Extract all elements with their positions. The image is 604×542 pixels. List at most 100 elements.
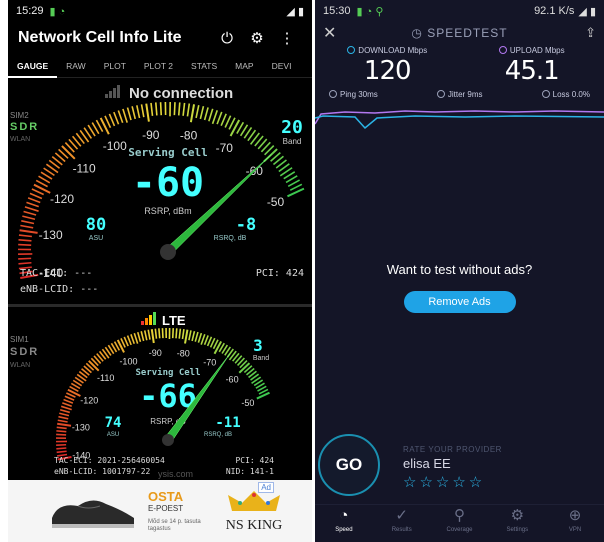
sim2-tick (21, 220, 35, 225)
tab-gauge[interactable]: GAUGE (8, 54, 58, 78)
sim2-tick (117, 110, 124, 123)
power-icon[interactable]: ⏻ (212, 30, 242, 47)
gear-icon[interactable]: ⚙ (242, 29, 272, 47)
ad-brand: OSTA (148, 489, 184, 504)
sim2-label: SIM2 (10, 111, 29, 120)
nav-results[interactable]: ✓ Results (373, 505, 431, 542)
app-title: Network Cell Info Lite (18, 29, 182, 46)
nav-settings[interactable]: ⚙ Settings (488, 505, 546, 542)
ping-text: Ping 30ms (340, 89, 378, 99)
sim2-tick (18, 261, 32, 265)
sim2-asu-value: 80 (86, 215, 106, 235)
ad-tag[interactable]: Ad (258, 482, 274, 493)
sim1-tick (203, 335, 209, 346)
watermark: ysis.com (158, 469, 193, 479)
tab-device[interactable]: DEVI (263, 54, 301, 78)
sim2-tick (27, 197, 41, 204)
sim2-tick (140, 104, 145, 118)
sim1-tac-eci: TAC-ECI: 2021-256460054 (54, 456, 165, 465)
upload-icon (498, 46, 507, 54)
sim2-tick (23, 210, 37, 216)
signal-bars-icon (105, 85, 120, 98)
download-line (315, 115, 604, 130)
sim2-tick (122, 108, 128, 123)
status-icons: ▮ ◔ (49, 5, 66, 18)
sim2-tick (19, 229, 38, 234)
sim1-scale-label: -100 (119, 356, 137, 366)
signal-battery-icon: ◢ ▮ (578, 5, 596, 18)
tab-map[interactable]: MAP (226, 54, 262, 78)
share-icon[interactable]: ⇪ (576, 25, 596, 41)
sim2-tick (18, 234, 32, 238)
sim2-gauge: No connection SIM2 SDR WLAN -140-130-120… (10, 85, 305, 295)
upload-label: UPLOAD Mbps (509, 46, 565, 55)
go-button[interactable]: GO (318, 434, 380, 496)
sim2-tick (287, 187, 305, 198)
sim1-wlan: WLAN (10, 362, 30, 369)
sim1-band-value: 3 (253, 336, 263, 355)
sim1-tick (126, 335, 132, 346)
download-result: DOWNLOAD Mbps 120 (315, 46, 460, 86)
brand-text: SPEEDTEST (427, 26, 508, 40)
sim1-tick (178, 328, 182, 339)
sim2-tick (220, 113, 227, 127)
gear-icon: ⚙ (510, 507, 525, 524)
status-bar: 15:30 ▮ ◔ ⚲ 92.1 K/s ◢ ▮ (315, 0, 604, 22)
sim1-tick (194, 331, 199, 342)
sim1-tick (158, 328, 161, 339)
sim2-pci: PCI: 424 (256, 268, 304, 279)
sim1-tick (60, 405, 72, 411)
sim1-tick (56, 426, 67, 430)
remove-ads-button[interactable]: Remove Ads (403, 291, 516, 313)
sim2-tick (108, 113, 116, 127)
rating-stars[interactable]: ☆☆☆☆☆ (403, 473, 502, 491)
sim2-tick (154, 102, 158, 116)
status-rate: 92.1 K/s (534, 5, 575, 17)
close-icon[interactable]: ✕ (323, 23, 343, 43)
sim2-tick (104, 115, 112, 129)
promo-question: Want to test without ads? (386, 262, 533, 277)
status-icons: ▮ ◔ ⚲ (356, 5, 384, 18)
sim1-tick (188, 330, 192, 341)
tab-raw[interactable]: RAW (57, 54, 95, 78)
sim1-scale-label: -130 (72, 422, 90, 432)
sim1-tick (184, 329, 189, 344)
sim1-tick (143, 330, 148, 341)
sim2-tick (24, 206, 39, 212)
sim1-tick (59, 408, 71, 414)
sim1-network-type: LTE (162, 313, 186, 328)
download-value: 120 (363, 56, 412, 86)
sim2-tick (26, 201, 39, 208)
sim1-scale-label: -110 (97, 373, 114, 383)
nav-coverage-label: Coverage (446, 527, 473, 533)
sim1-rsrq-label: RSRQ, dB (204, 432, 232, 438)
ad-king-text: NS KING (225, 517, 283, 533)
sim2-tick (150, 102, 154, 116)
sim1-sdr: SDR (10, 346, 39, 358)
sim2-scale-label: -110 (73, 161, 96, 175)
sim1-tick (59, 412, 70, 417)
sim2-tac-eci: TAC-ECI: --- (20, 268, 92, 279)
nav-vpn[interactable]: ⊕ VPN (546, 505, 604, 542)
sim1-tick (56, 430, 67, 433)
more-icon[interactable]: ⋮ (272, 29, 302, 47)
ad-banner[interactable]: OSTA E-POEST Mõd se 14 p. tasuta tagastu… (8, 480, 312, 542)
sim1-tick (57, 419, 68, 423)
tab-plot[interactable]: PLOT (95, 54, 135, 78)
tab-stats[interactable]: STATS (182, 54, 226, 78)
lte-signal-bars-icon (141, 312, 156, 325)
status-time: 15:29 (16, 5, 44, 17)
speed-graph (315, 110, 604, 130)
sim2-scale-label: -100 (103, 139, 127, 153)
nav-coverage[interactable]: ⚲ Coverage (431, 505, 489, 542)
ad-small: Mõd se 14 p. tasuta tagastus (148, 519, 201, 532)
nav-speed[interactable]: ◔ Speed (315, 505, 373, 542)
speed-results: DOWNLOAD Mbps 120 UPLOAD Mbps 45.1 (315, 46, 604, 86)
sim2-tick (224, 115, 232, 128)
sim2-rsrq-value: -8 (236, 215, 256, 235)
sim2-scale-label: -120 (50, 192, 74, 206)
sim1-tick (63, 398, 74, 404)
sim1-tick (130, 334, 135, 345)
tab-plot2[interactable]: PLOT 2 (135, 54, 182, 78)
nav-settings-label: Settings (506, 527, 529, 533)
